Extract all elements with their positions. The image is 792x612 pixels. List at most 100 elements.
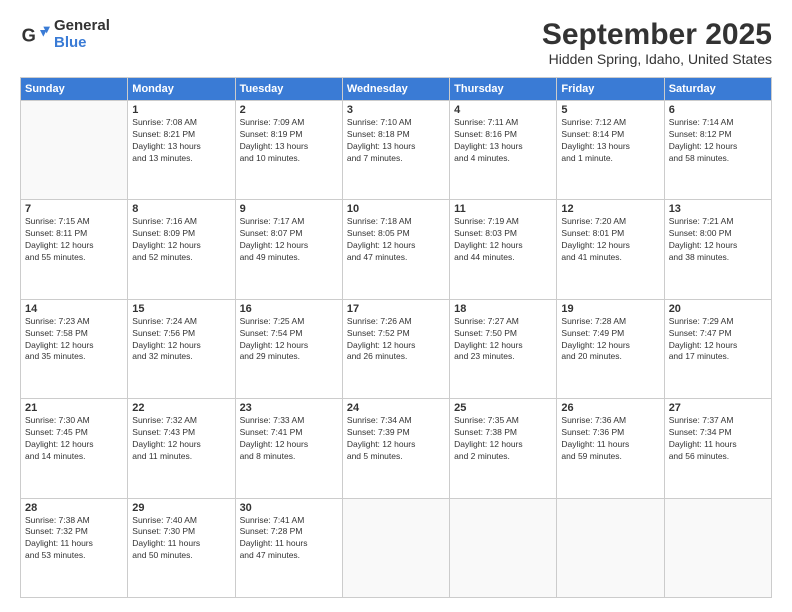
- day-info-line: Sunset: 7:32 PM: [25, 526, 123, 538]
- day-info-line: Daylight: 12 hours: [25, 240, 123, 252]
- day-info-line: and 53 minutes.: [25, 550, 123, 562]
- day-info: Sunrise: 7:24 AMSunset: 7:56 PMDaylight:…: [132, 316, 230, 364]
- day-number: 12: [561, 203, 659, 215]
- day-info-line: Sunset: 8:07 PM: [240, 228, 338, 240]
- day-info-line: Sunrise: 7:23 AM: [25, 316, 123, 328]
- day-info-line: Sunset: 7:56 PM: [132, 328, 230, 340]
- logo-general: General: [54, 18, 110, 35]
- day-number: 1: [132, 104, 230, 116]
- day-number: 21: [25, 402, 123, 414]
- calendar-cell-w3-d6: 27Sunrise: 7:37 AMSunset: 7:34 PMDayligh…: [664, 399, 771, 498]
- calendar-cell-w2-d6: 20Sunrise: 7:29 AMSunset: 7:47 PMDayligh…: [664, 299, 771, 398]
- day-info-line: Sunset: 8:14 PM: [561, 129, 659, 141]
- day-number: 18: [454, 303, 552, 315]
- day-info-line: and 14 minutes.: [25, 451, 123, 463]
- day-info-line: Sunrise: 7:18 AM: [347, 216, 445, 228]
- day-info-line: and 26 minutes.: [347, 351, 445, 363]
- day-info-line: Daylight: 11 hours: [669, 439, 767, 451]
- day-info-line: and 20 minutes.: [561, 351, 659, 363]
- day-info-line: Sunrise: 7:29 AM: [669, 316, 767, 328]
- day-info-line: Daylight: 12 hours: [132, 439, 230, 451]
- header: G General Blue September 2025 Hidden Spr…: [20, 18, 772, 67]
- calendar-cell-w4-d5: [557, 498, 664, 597]
- day-number: 23: [240, 402, 338, 414]
- day-info-line: and 49 minutes.: [240, 252, 338, 264]
- calendar-cell-w1-d5: 12Sunrise: 7:20 AMSunset: 8:01 PMDayligh…: [557, 200, 664, 299]
- day-info-line: Sunset: 7:50 PM: [454, 328, 552, 340]
- logo: G General Blue: [20, 18, 110, 51]
- day-number: 3: [347, 104, 445, 116]
- day-info: Sunrise: 7:34 AMSunset: 7:39 PMDaylight:…: [347, 415, 445, 463]
- day-info-line: Sunset: 7:54 PM: [240, 328, 338, 340]
- day-number: 29: [132, 502, 230, 514]
- day-number: 20: [669, 303, 767, 315]
- day-info-line: Sunrise: 7:10 AM: [347, 117, 445, 129]
- day-info-line: Daylight: 12 hours: [132, 240, 230, 252]
- day-number: 11: [454, 203, 552, 215]
- day-info-line: and 59 minutes.: [561, 451, 659, 463]
- calendar-cell-w2-d2: 16Sunrise: 7:25 AMSunset: 7:54 PMDayligh…: [235, 299, 342, 398]
- header-row: Sunday Monday Tuesday Wednesday Thursday…: [21, 78, 772, 101]
- day-info: Sunrise: 7:37 AMSunset: 7:34 PMDaylight:…: [669, 415, 767, 463]
- day-info-line: and 29 minutes.: [240, 351, 338, 363]
- day-number: 26: [561, 402, 659, 414]
- day-info-line: Sunset: 7:38 PM: [454, 427, 552, 439]
- day-info-line: Daylight: 12 hours: [454, 240, 552, 252]
- day-info: Sunrise: 7:12 AMSunset: 8:14 PMDaylight:…: [561, 117, 659, 165]
- calendar-title: September 2025: [542, 18, 772, 51]
- calendar-cell-w2-d5: 19Sunrise: 7:28 AMSunset: 7:49 PMDayligh…: [557, 299, 664, 398]
- day-info-line: Sunset: 8:18 PM: [347, 129, 445, 141]
- day-number: 4: [454, 104, 552, 116]
- day-number: 22: [132, 402, 230, 414]
- day-info: Sunrise: 7:41 AMSunset: 7:28 PMDaylight:…: [240, 515, 338, 563]
- day-number: 13: [669, 203, 767, 215]
- day-info-line: Daylight: 12 hours: [240, 240, 338, 252]
- day-number: 25: [454, 402, 552, 414]
- col-sunday: Sunday: [21, 78, 128, 101]
- day-info-line: and 5 minutes.: [347, 451, 445, 463]
- day-info-line: Sunset: 8:12 PM: [669, 129, 767, 141]
- day-info: Sunrise: 7:14 AMSunset: 8:12 PMDaylight:…: [669, 117, 767, 165]
- day-number: 15: [132, 303, 230, 315]
- page: G General Blue September 2025 Hidden Spr…: [0, 0, 792, 612]
- day-info-line: Sunrise: 7:11 AM: [454, 117, 552, 129]
- day-info-line: Daylight: 12 hours: [240, 340, 338, 352]
- day-info-line: and 44 minutes.: [454, 252, 552, 264]
- day-info: Sunrise: 7:17 AMSunset: 8:07 PMDaylight:…: [240, 216, 338, 264]
- day-info-line: Sunset: 8:05 PM: [347, 228, 445, 240]
- day-info-line: Daylight: 12 hours: [669, 240, 767, 252]
- day-info-line: Sunrise: 7:38 AM: [25, 515, 123, 527]
- calendar-cell-w0-d6: 6Sunrise: 7:14 AMSunset: 8:12 PMDaylight…: [664, 101, 771, 200]
- day-info-line: and 47 minutes.: [347, 252, 445, 264]
- day-info-line: Sunrise: 7:16 AM: [132, 216, 230, 228]
- day-info-line: Sunset: 7:34 PM: [669, 427, 767, 439]
- day-info-line: Sunset: 8:09 PM: [132, 228, 230, 240]
- col-thursday: Thursday: [450, 78, 557, 101]
- day-info-line: Sunrise: 7:21 AM: [669, 216, 767, 228]
- day-number: 17: [347, 303, 445, 315]
- day-info-line: Sunset: 7:49 PM: [561, 328, 659, 340]
- day-info-line: Sunset: 7:47 PM: [669, 328, 767, 340]
- day-info: Sunrise: 7:18 AMSunset: 8:05 PMDaylight:…: [347, 216, 445, 264]
- day-info: Sunrise: 7:08 AMSunset: 8:21 PMDaylight:…: [132, 117, 230, 165]
- svg-text:G: G: [22, 24, 36, 45]
- day-info-line: Daylight: 12 hours: [669, 141, 767, 153]
- day-info-line: Sunset: 7:30 PM: [132, 526, 230, 538]
- day-info-line: Sunset: 7:45 PM: [25, 427, 123, 439]
- calendar-cell-w1-d2: 9Sunrise: 7:17 AMSunset: 8:07 PMDaylight…: [235, 200, 342, 299]
- day-info-line: Sunset: 8:11 PM: [25, 228, 123, 240]
- day-info-line: and 52 minutes.: [132, 252, 230, 264]
- day-number: 2: [240, 104, 338, 116]
- day-info-line: Daylight: 12 hours: [25, 439, 123, 451]
- day-number: 30: [240, 502, 338, 514]
- day-info-line: Sunrise: 7:15 AM: [25, 216, 123, 228]
- day-number: 27: [669, 402, 767, 414]
- calendar-week-4: 28Sunrise: 7:38 AMSunset: 7:32 PMDayligh…: [21, 498, 772, 597]
- day-info-line: and 50 minutes.: [132, 550, 230, 562]
- calendar-cell-w2-d4: 18Sunrise: 7:27 AMSunset: 7:50 PMDayligh…: [450, 299, 557, 398]
- calendar-cell-w4-d4: [450, 498, 557, 597]
- day-info: Sunrise: 7:11 AMSunset: 8:16 PMDaylight:…: [454, 117, 552, 165]
- calendar-cell-w1-d6: 13Sunrise: 7:21 AMSunset: 8:00 PMDayligh…: [664, 200, 771, 299]
- day-info-line: and 11 minutes.: [132, 451, 230, 463]
- day-info-line: Sunset: 8:21 PM: [132, 129, 230, 141]
